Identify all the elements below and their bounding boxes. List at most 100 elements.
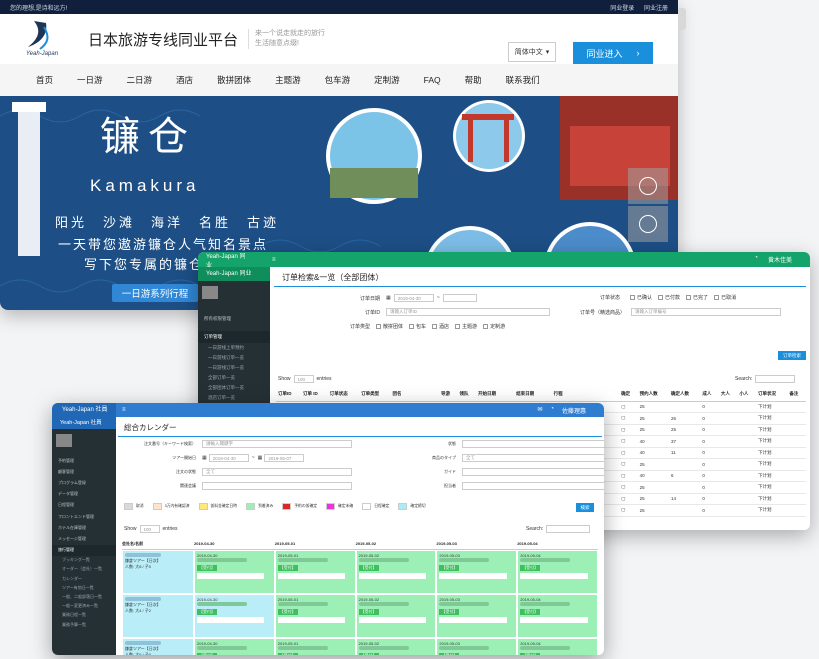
col-day-1[interactable]: 2019-04-30: [194, 539, 275, 550]
day-cell[interactable]: 2019-05-03 【受付】: [436, 638, 517, 655]
note-field[interactable]: [358, 572, 426, 579]
day-cell[interactable]: 2019-05-02 【受付】: [356, 549, 437, 594]
booking-card[interactable]: 2019-05-03 【受付】: [437, 638, 517, 655]
nav-help[interactable]: 帮助: [465, 74, 482, 86]
col-note[interactable]: 备注: [787, 387, 806, 402]
day-cell[interactable]: 2019-04-30 【受付】: [194, 549, 275, 594]
entries-select[interactable]: 100: [139, 525, 160, 533]
col-confirmed[interactable]: 确定人数: [668, 387, 701, 402]
keyword-input[interactable]: 請輸入關鍵字: [202, 440, 352, 448]
order-number-input[interactable]: 请输入订单编号: [631, 308, 782, 316]
col-big[interactable]: 大人: [718, 387, 738, 402]
sidebar-item-12[interactable]: ツアー有効日一覧: [52, 583, 116, 592]
tour-cell[interactable]: 鎌倉ツアー【日次】 人数: 大6 / 子0: [122, 638, 194, 655]
sidebar-item-10[interactable]: オーダー（会社）一覧: [52, 565, 116, 574]
booking-card[interactable]: 2019-05-02 【受付】: [356, 594, 436, 637]
date-from-input[interactable]: 2019-04-30: [393, 294, 434, 302]
float-chat-button[interactable]: [628, 168, 668, 204]
sidebar-item-16[interactable]: 業務予算一覧: [52, 620, 116, 629]
nav-custom-tour[interactable]: 定制游: [374, 74, 400, 86]
type-group-checkbox[interactable]: 散拼团体: [376, 323, 403, 330]
tour-card[interactable]: 鎌倉ツアー【日次】 人数: 大4 / 子2: [123, 594, 193, 637]
driver-select[interactable]: [462, 482, 604, 490]
nav-group-tour[interactable]: 散拼团体: [217, 74, 251, 86]
status-done-checkbox[interactable]: 已完了: [686, 294, 708, 301]
table-search-input[interactable]: [546, 525, 591, 533]
sidebar-item-all-orders[interactable]: 全部订单一览: [198, 373, 270, 383]
window-scrollbar[interactable]: [678, 8, 686, 30]
booking-card[interactable]: 2019-05-04 【受付】: [518, 638, 597, 655]
col-guide[interactable]: 导游: [438, 387, 458, 402]
sidebar-item-5[interactable]: フロントエンド管理: [52, 511, 116, 522]
bell-icon[interactable]: ◔: [550, 406, 554, 415]
sidebar-item-1[interactable]: 顧客管理: [52, 466, 116, 477]
login-link[interactable]: 同业登录: [610, 6, 634, 12]
sidebar-item-15[interactable]: 業務日程一覧: [52, 611, 116, 620]
sidebar-item-day-orders[interactable]: 一日游线订单一览: [198, 353, 270, 363]
col-adult[interactable]: 成人: [700, 387, 719, 402]
note-field[interactable]: [439, 572, 507, 579]
order-search-button[interactable]: 订单检索: [778, 351, 806, 360]
note-field[interactable]: [520, 616, 588, 623]
tour-card[interactable]: 鎌倉ツアー【日次】 人数: 大8 / 子0: [123, 550, 193, 593]
day-cell[interactable]: 2019-04-30 【受付】: [194, 638, 275, 655]
sidebar-item-14[interactable]: 一般ー変更済み一覧: [52, 602, 116, 611]
menu-toggle-icon[interactable]: ≡: [272, 257, 276, 263]
col-oid[interactable]: 订单 ID: [300, 387, 328, 402]
partner-enter-button[interactable]: 同业进入 ›: [573, 42, 653, 64]
tour-date-from[interactable]: 2019-04-30: [208, 454, 249, 462]
guide-select[interactable]: [462, 468, 604, 476]
nav-theme-tour[interactable]: 主题游: [275, 74, 301, 86]
area-select[interactable]: [202, 482, 352, 490]
booking-card[interactable]: 2019-05-01 【受付】: [275, 594, 355, 637]
day-cell[interactable]: 2019-05-02 【受付】: [356, 638, 437, 655]
day-cell[interactable]: 2019-05-01 【受付】: [275, 594, 356, 638]
day-cell[interactable]: 2019-05-04 【受付】: [517, 594, 598, 638]
col-company[interactable]: 会社名/名前: [122, 539, 194, 550]
site-logo[interactable]: Yeah-Japan: [14, 17, 76, 61]
booking-card[interactable]: 2019-05-03 【受付】: [437, 594, 517, 637]
booking-card[interactable]: 2019-04-30 【受付】: [195, 594, 274, 637]
day-cell[interactable]: 2019-05-04 【受付】: [517, 549, 598, 594]
register-link[interactable]: 同业注册: [644, 6, 668, 12]
day-cell[interactable]: 2019-05-04 【受付】: [517, 638, 598, 655]
booking-card[interactable]: 2019-05-04 【受付】: [518, 594, 597, 637]
type-theme-checkbox[interactable]: 主题游: [455, 323, 477, 330]
status-confirmed-checkbox[interactable]: 已确认: [630, 294, 652, 301]
col-status[interactable]: 订单状态: [327, 387, 360, 402]
order-id-input[interactable]: 请输入订单ID: [386, 308, 550, 316]
col-day-2[interactable]: 2019-05-01: [274, 539, 356, 550]
day-cell[interactable]: 2019-05-01 【受付】: [275, 638, 356, 655]
sidebar-item-orders[interactable]: 订单管理: [198, 331, 270, 343]
language-select[interactable]: 简体中文 ▾: [508, 42, 556, 62]
sidebar-item-4[interactable]: 日程管理: [52, 500, 116, 511]
sidebar-item-group-orders[interactable]: 全部团体订单一览: [198, 383, 270, 393]
message-icon[interactable]: ✉: [537, 406, 542, 415]
bell-icon[interactable]: ◔: [754, 255, 758, 264]
status-cancel-checkbox[interactable]: 已取消: [714, 294, 736, 301]
sidebar-item-13[interactable]: 一般、二般部落日一覧: [52, 592, 116, 601]
day-cell[interactable]: 2019-05-02 【受付】: [356, 594, 437, 638]
booking-card[interactable]: 2019-05-02 【受付】: [356, 550, 436, 593]
tour-cell[interactable]: 鎌倉ツアー【日次】 人数: 大8 / 子0: [122, 549, 194, 594]
sidebar-item-9[interactable]: ブッキング一覧: [52, 556, 116, 565]
col-state[interactable]: 订单状况: [755, 387, 788, 402]
sidebar-item-3[interactable]: データ管理: [52, 489, 116, 500]
col-group[interactable]: 团名: [390, 387, 439, 402]
table-search-input[interactable]: [755, 375, 796, 383]
col-end[interactable]: 结束日期: [514, 387, 552, 402]
tour-cell[interactable]: 鎌倉ツアー【日次】 人数: 大4 / 子2: [122, 594, 194, 638]
note-field[interactable]: [197, 572, 265, 579]
col-route[interactable]: 行程: [551, 387, 620, 402]
note-field[interactable]: [277, 616, 346, 623]
sidebar-item-permissions[interactable]: 所有权限管理: [198, 313, 270, 325]
sidebar-item-7[interactable]: メッセージ管理: [52, 533, 116, 544]
day-cell[interactable]: 2019-05-01 【受付】: [275, 549, 356, 594]
status-paid-checkbox[interactable]: 已付款: [658, 294, 680, 301]
day-trip-series-button[interactable]: 一日游系列行程: [112, 284, 198, 302]
sidebar-item-11[interactable]: カレンダー: [52, 574, 116, 583]
col-day-4[interactable]: 2019-05-03: [436, 539, 518, 550]
col-confirm[interactable]: 确定: [619, 387, 638, 402]
col-order-id[interactable]: 订单ID: [276, 387, 301, 402]
col-small[interactable]: 小人: [737, 387, 756, 402]
